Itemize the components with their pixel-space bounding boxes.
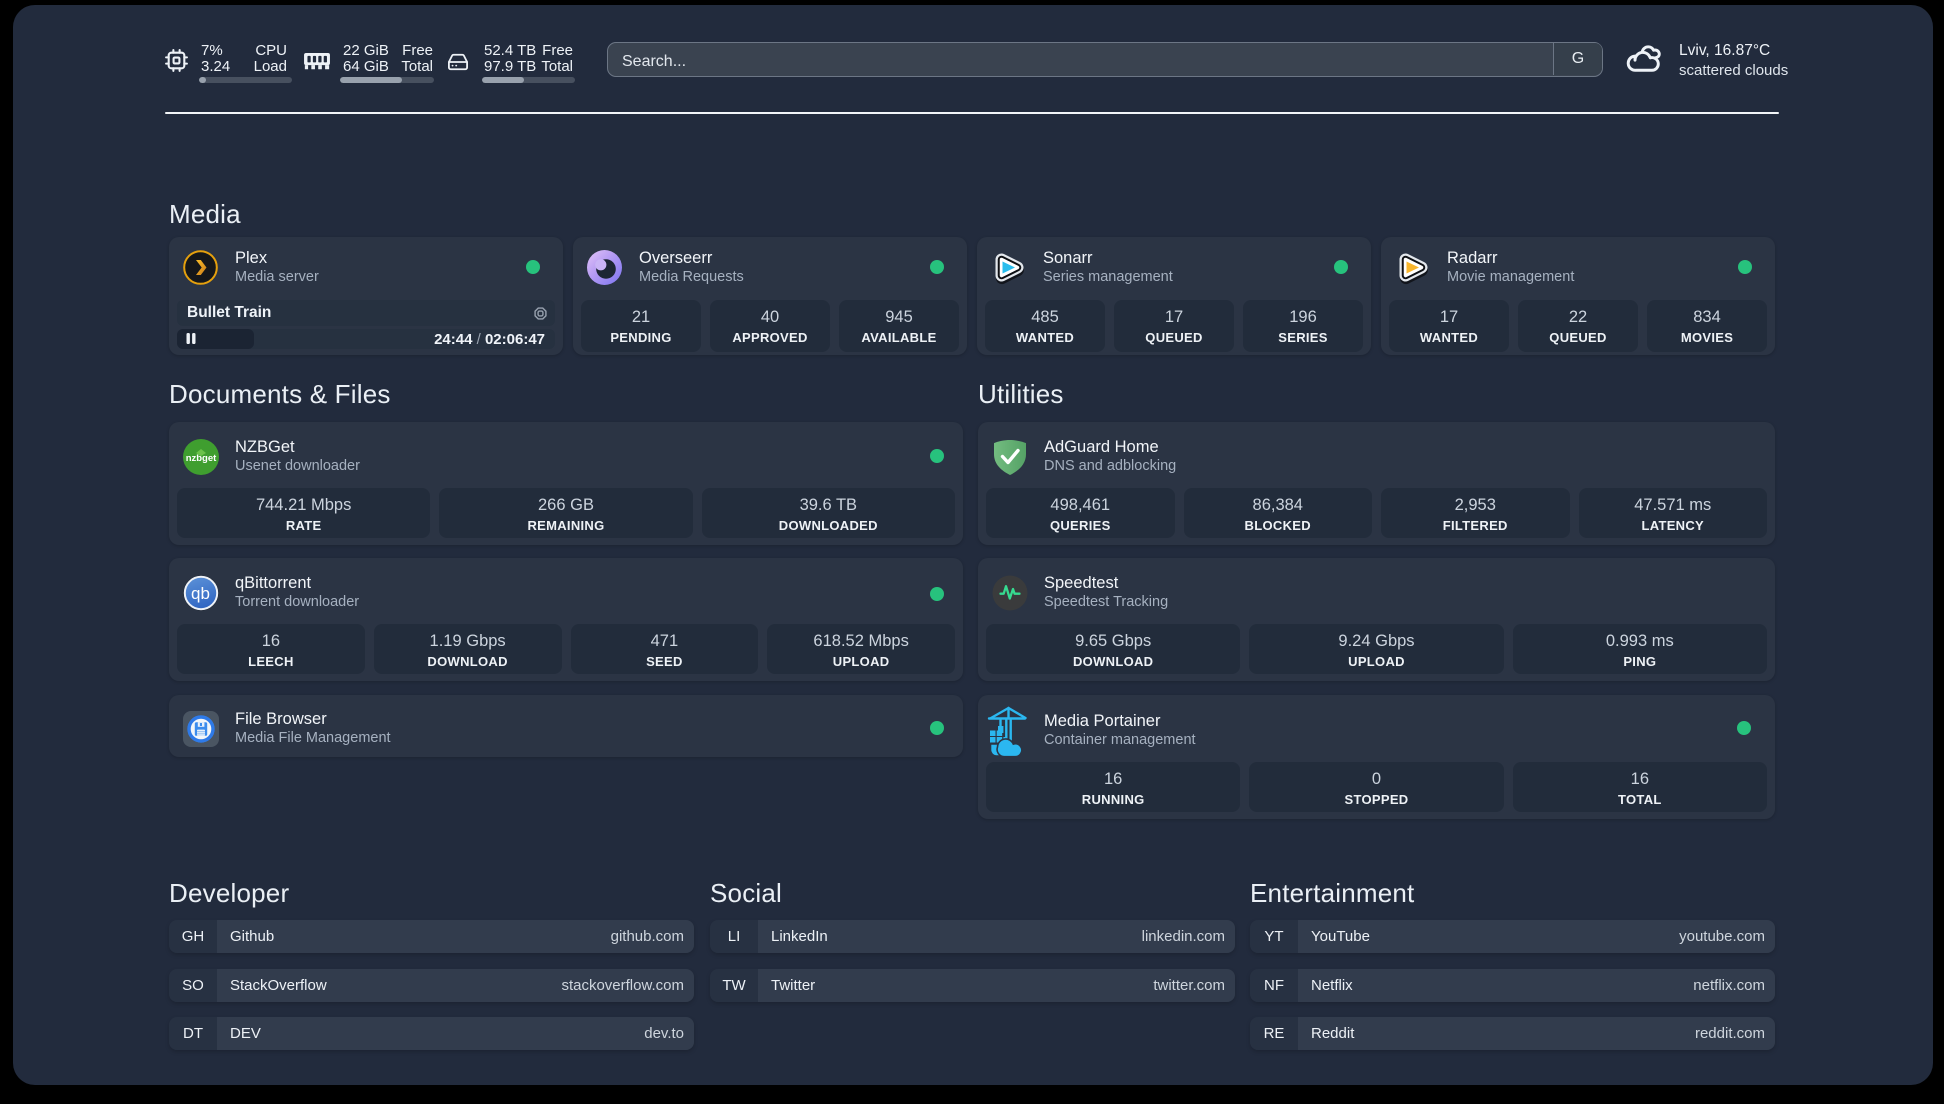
svg-text:qb: qb xyxy=(191,584,210,603)
svg-text:nzbget: nzbget xyxy=(186,453,217,464)
